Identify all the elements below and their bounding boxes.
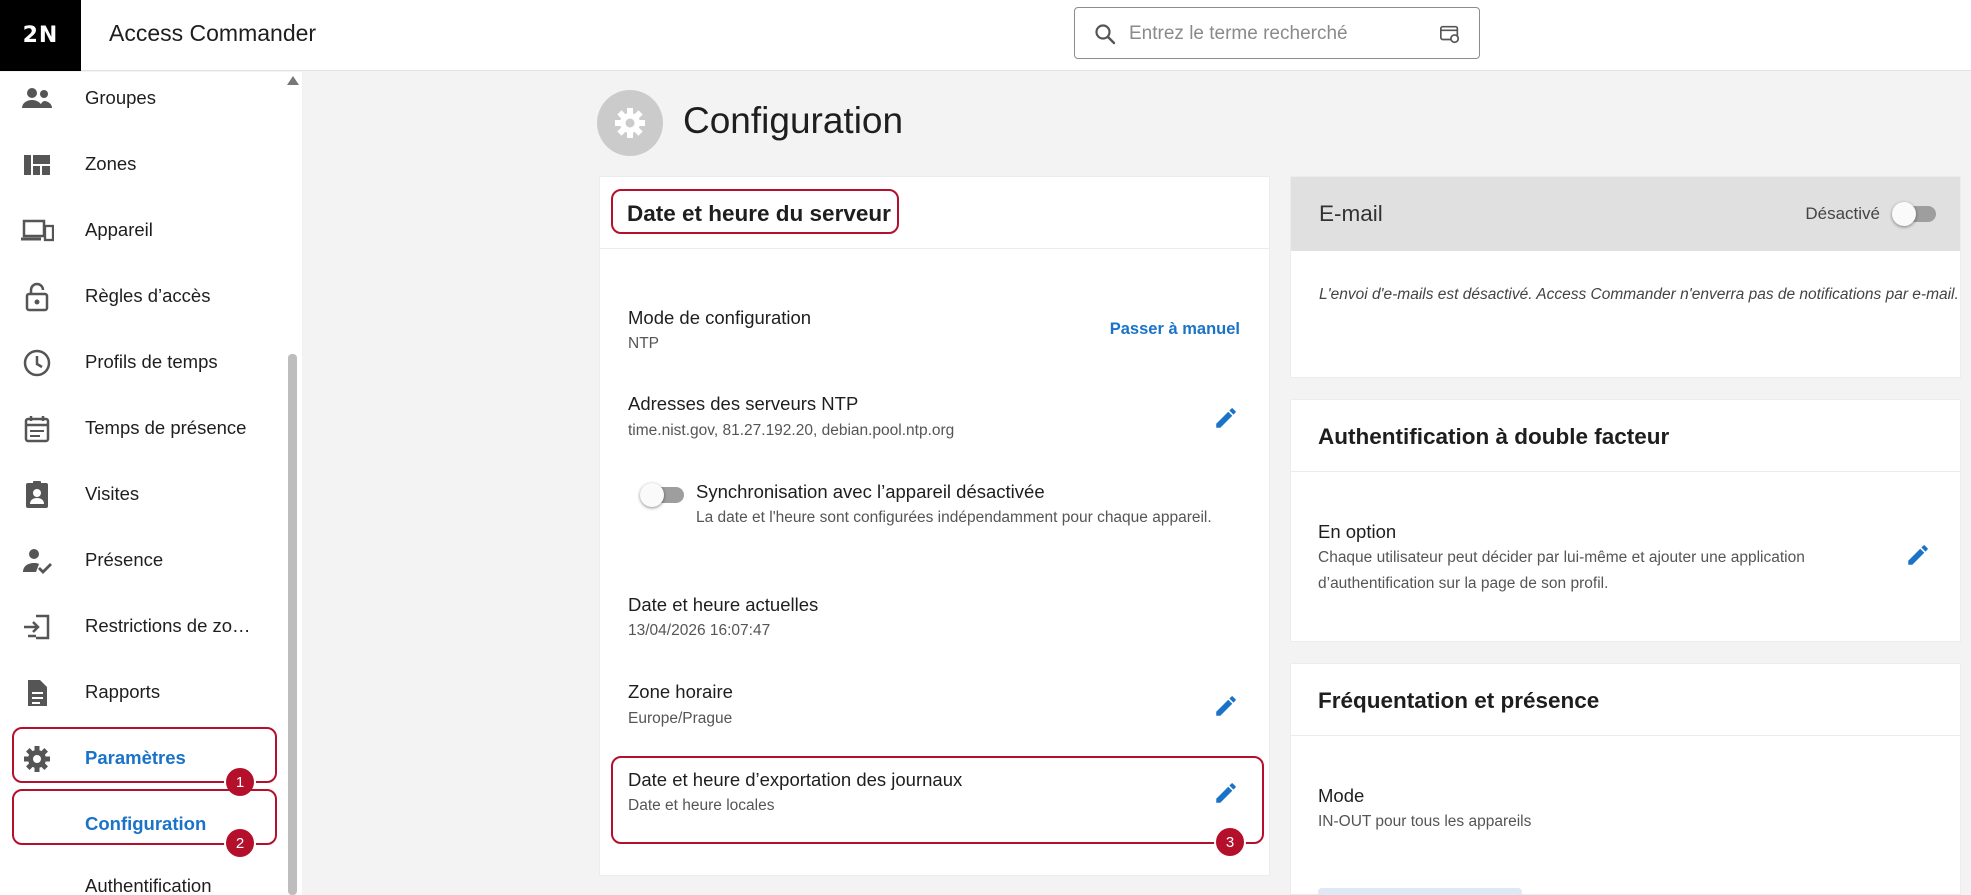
app-title: Access Commander [109,20,317,46]
device-sync-toggle[interactable] [640,483,684,507]
search-input[interactable]: Entrez le terme recherché [1074,7,1480,59]
sidebar-item-label: Groupes [85,87,156,108]
twofa-option-title: En option [1318,521,1397,542]
timezone-value: Europe/Prague [628,710,733,727]
card-header: Authentification à double facteur [1291,400,1960,472]
device-sync-title: Synchronisation avec l’appareil désactiv… [696,481,1045,502]
zone-restriction-icon [24,614,50,640]
highlight-log-export [611,756,1264,844]
email-card-title: E-mail [1319,201,1383,226]
lock-icon [25,282,49,312]
sidebar-item-time-profiles[interactable]: Profils de temps [0,336,280,388]
sidebar-item-attendance-time[interactable]: Temps de présence [0,402,280,454]
sidebar-item-label: Visites [85,483,140,504]
groups-icon [22,88,52,108]
switch-to-manual-link[interactable]: Passer à manuel [1110,320,1240,339]
edit-ntp-pencil-icon[interactable] [1213,405,1239,431]
scroll-up-icon[interactable] [287,76,299,85]
visitor-badge-icon [26,481,48,508]
search-icon [1095,24,1116,45]
search-filter-icon[interactable] [1439,23,1461,45]
zones-icon [24,155,50,175]
top-bar: 2N Access Commander Entrez le terme rech… [0,0,1971,71]
email-toggle[interactable] [1892,202,1936,226]
config-mode-title: Mode de configuration [628,307,812,328]
person-check-icon [23,549,52,574]
step-badge-2: 2 [224,827,256,859]
timezone-title: Zone horaire [628,681,733,702]
calendar-icon [24,416,50,443]
devices-icon [21,219,54,242]
current-datetime-value: 13/04/2026 16:07:47 [628,622,771,639]
sidebar-subitem-authentication[interactable]: Authentification [0,860,280,895]
step-badge-3: 3 [1214,826,1246,858]
sidebar-item-devices[interactable]: Appareil [0,204,280,256]
sidebar-item-label: Zones [85,153,137,174]
device-sync-description: La date et l'heure sont configurées indé… [696,509,1212,526]
two-factor-card: Authentification à double facteur En opt… [1290,399,1961,642]
sidebar-scroll-thumb[interactable] [288,354,297,895]
twofa-option-description: Chaque utilisateur peut décider par lui-… [1318,549,1805,592]
ntp-servers-title: Adresses des serveurs NTP [628,393,859,414]
page-title: Configuration [683,100,904,141]
search-placeholder: Entrez le terme recherché [1129,23,1348,44]
sidebar-subitem-label: Authentification [85,875,212,895]
sidebar-item-label: Présence [85,549,164,570]
sidebar-item-label: Profils de temps [85,351,218,372]
edit-twofa-pencil-icon[interactable] [1905,542,1931,568]
sidebar-item-label: Règles d’accès [85,285,211,306]
email-disabled-text: L'envoi d'e-mails est désactivé. Access … [1319,286,1959,303]
sidebar-item-label: Restrictions de zo… [85,615,251,636]
card-header: Fréquentation et présence [1291,664,1960,736]
card-title: Authentification à double facteur [1318,424,1670,449]
email-card: E-mail Désactivé L'envoi d'e-mails est d… [1290,176,1961,378]
document-icon [28,680,47,706]
ntp-servers-value: time.nist.gov, 81.27.192.20, debian.pool… [628,422,955,439]
config-mode-value: NTP [628,335,659,352]
edit-timezone-pencil-icon[interactable] [1213,693,1239,719]
sidebar-item-groups[interactable]: Groupes [0,72,280,124]
clock-icon [23,349,51,377]
attendance-mode-value: IN-OUT pour tous les appareils [1318,813,1532,830]
attendance-action-button[interactable] [1318,888,1522,895]
sidebar-item-label: Appareil [85,219,153,240]
logo: 2N [0,0,81,71]
email-card-header: E-mail Désactivé [1291,177,1960,251]
attendance-mode-title: Mode [1318,785,1365,806]
sidebar-item-zone-restrictions[interactable]: Restrictions de zo… [0,600,280,652]
page-title-gear-icon [597,90,663,156]
email-status-label: Désactivé [1805,204,1880,223]
attendance-card: Fréquentation et présence Mode IN-OUT po… [1290,663,1961,895]
sidebar-item-label: Rapports [85,681,161,702]
sidebar-item-visits[interactable]: Visites [0,468,280,520]
highlight-card-title [611,189,899,234]
sidebar-item-label: Temps de présence [85,417,247,438]
current-datetime-title: Date et heure actuelles [628,594,819,615]
sidebar-item-zones[interactable]: Zones [0,138,280,190]
sidebar-item-access-rules[interactable]: Règles d’accès [0,270,280,322]
sidebar-item-presence[interactable]: Présence [0,534,280,586]
sidebar-item-reports[interactable]: Rapports [0,666,280,718]
card-title: Fréquentation et présence [1318,688,1600,713]
